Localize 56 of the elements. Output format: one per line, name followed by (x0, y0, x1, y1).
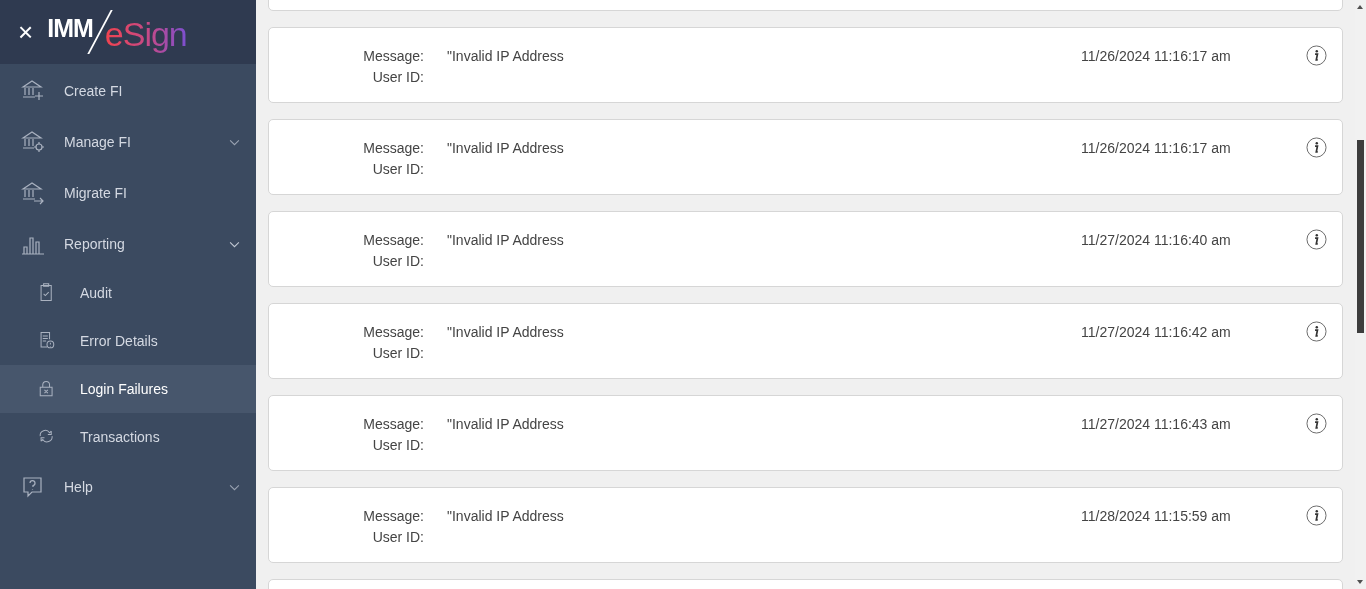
field-label: Message: (363, 47, 424, 66)
timestamp: 11/28/2024 11:15:59 am (1081, 507, 1231, 526)
timestamp: 11/26/2024 11:16:17 am (1081, 139, 1231, 158)
nav-item[interactable]: Audit (0, 269, 256, 317)
nav-label: Error Details (80, 333, 158, 349)
field-label: Message: (363, 415, 424, 434)
nav-item[interactable]: Create FI (0, 65, 256, 116)
message-text: "Invalid IP Address (447, 324, 564, 340)
logo-text: IMM (47, 13, 93, 43)
nav-label: Login Failures (80, 381, 168, 397)
message-text: "Invalid IP Address (447, 416, 564, 432)
scroll-up-icon[interactable] (1357, 5, 1363, 9)
field-label: User ID: (372, 68, 424, 87)
chevron-icon[interactable] (229, 240, 240, 248)
field-label: User ID: (372, 436, 424, 455)
chevron-icon[interactable] (229, 483, 240, 491)
field-label: Message: (363, 507, 424, 526)
timestamp: 11/27/2024 11:16:40 am (1081, 231, 1231, 250)
info-icon[interactable] (1306, 137, 1327, 158)
field-label: User ID: (372, 160, 424, 179)
scroll-down-icon[interactable] (1357, 580, 1363, 584)
nav-item[interactable]: Help (0, 461, 256, 512)
timestamp: 11/27/2024 11:16:42 am (1081, 323, 1231, 342)
field-label: User ID: (372, 344, 424, 363)
info-icon[interactable] (1306, 413, 1327, 434)
timestamp: 11/26/2024 11:16:17 am (1081, 47, 1231, 66)
nav-label: Transactions (80, 429, 160, 445)
info-icon[interactable] (1306, 321, 1327, 342)
nav-label: Migrate FI (64, 184, 127, 201)
nav-item[interactable]: Error Details (0, 317, 256, 365)
field-label: User ID: (372, 528, 424, 547)
nav-label: Create FI (64, 82, 123, 99)
field-label: Message: (363, 323, 424, 342)
nav-label: Help (64, 478, 93, 495)
chevron-icon[interactable] (229, 138, 240, 146)
field-label: User ID: (372, 252, 424, 271)
info-icon[interactable] (1306, 229, 1327, 250)
message-text: "Invalid IP Address (447, 232, 564, 248)
nav-label: Manage FI (64, 133, 131, 150)
info-icon[interactable] (1306, 45, 1327, 66)
timestamp: 11/27/2024 11:16:43 am (1081, 415, 1231, 434)
nav-label: Reporting (64, 235, 125, 252)
nav-label: Audit (80, 285, 112, 301)
field-label: Message: (363, 139, 424, 158)
message-text: "Invalid IP Address (447, 140, 564, 156)
message-text: "Invalid IP Address (447, 48, 564, 64)
nav-item[interactable]: Login Failures (0, 365, 256, 413)
nav-item[interactable]: Transactions (0, 413, 256, 461)
nav-item[interactable]: Reporting (0, 218, 256, 269)
field-label: Message: (363, 231, 424, 250)
nav-item[interactable]: Manage FI (0, 116, 256, 167)
info-icon[interactable] (1306, 505, 1327, 526)
scrollbar-thumb[interactable] (1357, 140, 1364, 333)
close-button[interactable]: × (18, 19, 34, 45)
nav-item[interactable]: Migrate FI (0, 167, 256, 218)
message-text: "Invalid IP Address (447, 508, 564, 524)
